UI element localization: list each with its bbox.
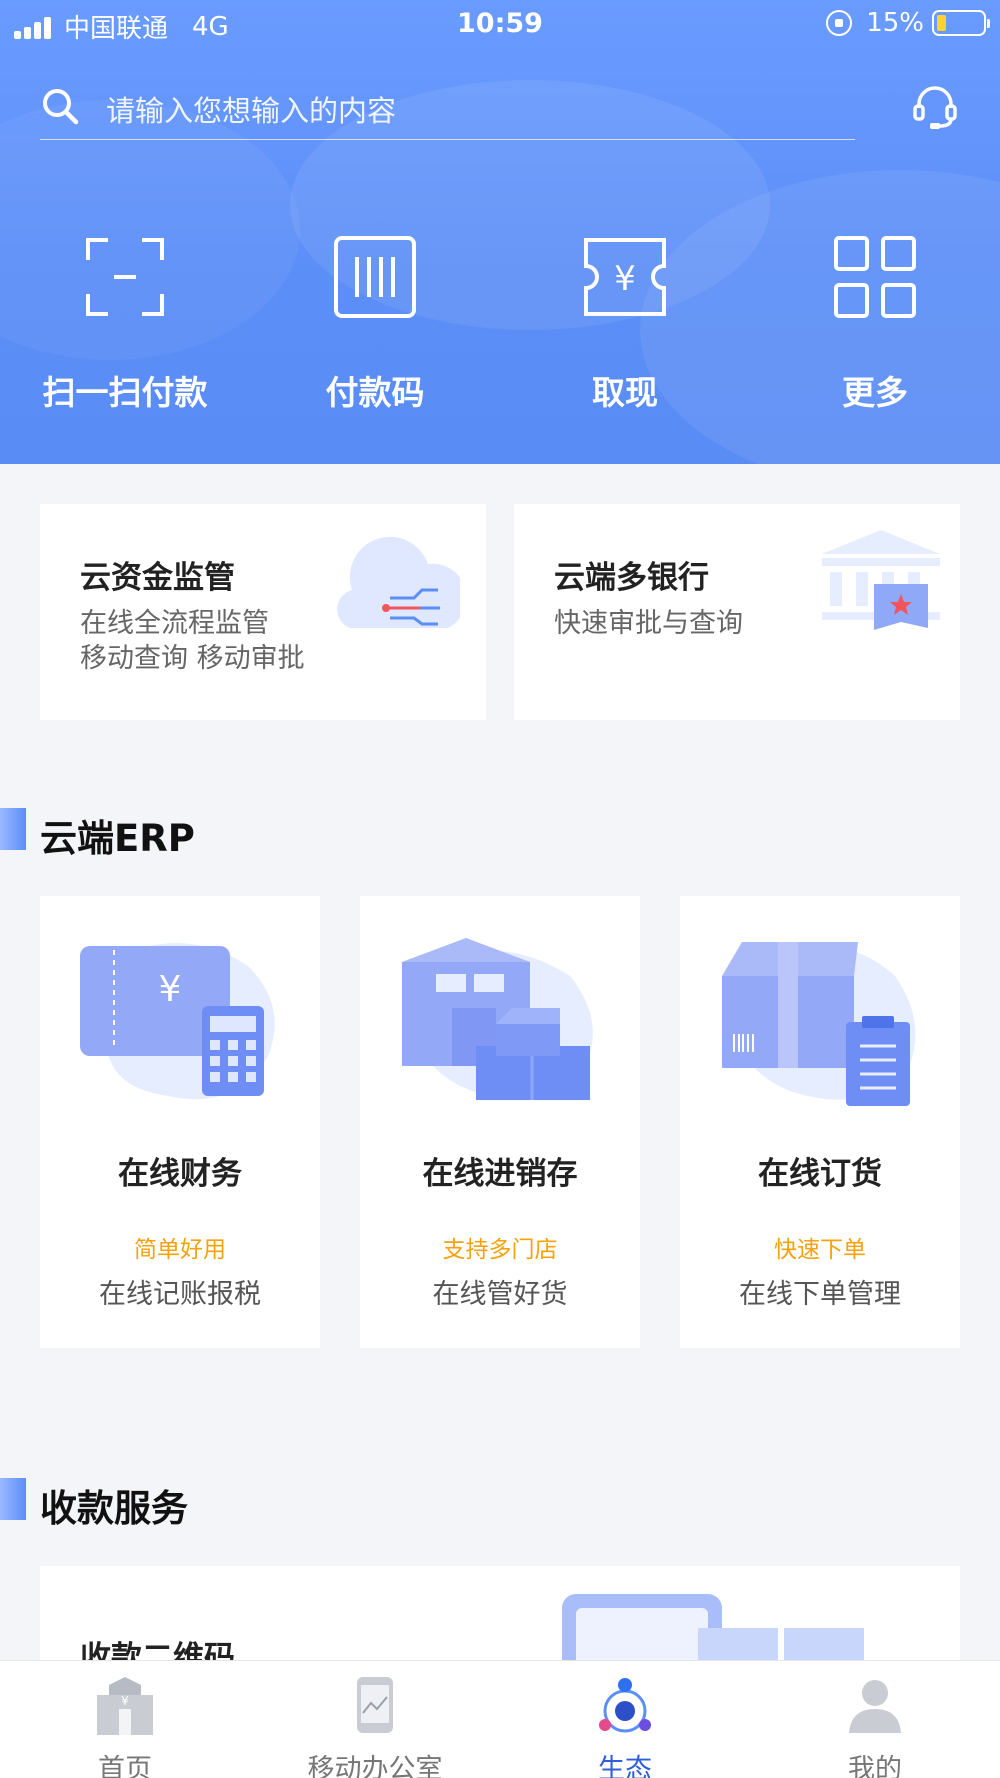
payment-code-button[interactable]: 付款码	[250, 232, 500, 414]
search-icon	[43, 89, 79, 125]
barcode-icon	[334, 236, 416, 318]
battery-percent: 15%	[866, 8, 924, 38]
svg-text:¥: ¥	[614, 259, 636, 299]
card-tag: 支持多门店	[442, 1237, 558, 1263]
user-avatar-icon	[849, 1680, 901, 1733]
more-button[interactable]: 更多	[750, 232, 1000, 414]
withdraw-button[interactable]: ¥ 取现	[500, 232, 750, 414]
rotation-lock-icon	[826, 10, 853, 36]
bottom-tab-bar: ¥ 首页 移动办公室 生态 我的	[0, 1660, 1000, 1778]
online-inventory-card[interactable]: 在线进销存 支持多门店 在线管好货	[360, 896, 640, 1348]
tab-mine[interactable]: 我的	[750, 1661, 1000, 1778]
section-title: 收款服务	[40, 1487, 188, 1530]
bank-icon	[822, 530, 940, 630]
online-ordering-card[interactable]: 在线订货 快速下单 在线下单管理	[680, 896, 960, 1348]
package-clipboard-icon	[722, 942, 916, 1106]
finance-calculator-icon: ¥	[80, 943, 275, 1100]
tab-label: 生态	[598, 1754, 652, 1778]
card-title: 在线进销存	[422, 1156, 578, 1192]
svg-text:¥: ¥	[159, 969, 182, 1010]
multi-bank-card[interactable]: 云端多银行 快速审批与查询	[514, 504, 960, 720]
card-description: 快速审批与查询	[554, 608, 743, 639]
tab-home[interactable]: ¥ 首页	[0, 1661, 250, 1778]
cloud-icon	[337, 536, 460, 628]
quick-action-label: 取现	[592, 373, 658, 412]
svg-text:¥: ¥	[121, 1694, 129, 1708]
ecosystem-icon	[599, 1678, 651, 1733]
tab-mobile-office[interactable]: 移动办公室	[250, 1661, 500, 1778]
tab-ecosystem[interactable]: 生态	[500, 1661, 750, 1778]
card-title: 云端多银行	[554, 560, 709, 596]
cash-ticket-icon: ¥	[584, 238, 666, 316]
grid-icon	[834, 236, 916, 318]
scan-pay-button[interactable]: 扫一扫付款	[0, 232, 250, 414]
header-banner: 中国联通 4G 10:59 15% 请输入您想输入的内容 扫一扫付款 付款码 ¥…	[0, 0, 1000, 464]
card-title: 在线财务	[118, 1156, 242, 1192]
status-bar: 中国联通 4G 10:59 15%	[0, 0, 1000, 50]
quick-action-label: 付款码	[325, 373, 425, 412]
scan-icon	[86, 238, 164, 316]
search-bar[interactable]: 请输入您想输入的内容	[40, 82, 855, 140]
tab-label: 我的	[848, 1754, 902, 1778]
section-marker	[0, 1478, 26, 1520]
quick-action-label: 更多	[842, 373, 908, 412]
home-building-icon: ¥	[97, 1677, 153, 1735]
tab-label: 移动办公室	[307, 1754, 443, 1778]
section-title: 云端ERP	[40, 817, 195, 860]
card-description: 在线记账报税	[99, 1279, 261, 1310]
card-tag: 简单好用	[134, 1237, 226, 1263]
tab-label: 首页	[98, 1754, 152, 1778]
mobile-office-icon	[357, 1677, 393, 1733]
warehouse-boxes-icon	[402, 938, 593, 1100]
customer-service-icon[interactable]	[910, 82, 960, 132]
search-input[interactable]: 请输入您想输入的内容	[106, 88, 396, 130]
card-description: 在线管好货	[432, 1279, 568, 1310]
card-description: 在线下单管理	[739, 1279, 901, 1310]
quick-action-label: 扫一扫付款	[42, 373, 208, 412]
card-description: 在线全流程监管 移动查询 移动审批	[80, 608, 305, 674]
card-tag: 快速下单	[774, 1237, 866, 1263]
battery-icon	[932, 10, 990, 36]
online-finance-card[interactable]: ¥ 在线财务 简单好用 在线记账报税	[40, 896, 320, 1348]
section-marker	[0, 808, 26, 850]
card-title: 在线订货	[758, 1156, 882, 1192]
cloud-fund-supervision-card[interactable]: 云资金监管 在线全流程监管 移动查询 移动审批	[40, 504, 486, 720]
card-title: 云资金监管	[80, 560, 235, 596]
